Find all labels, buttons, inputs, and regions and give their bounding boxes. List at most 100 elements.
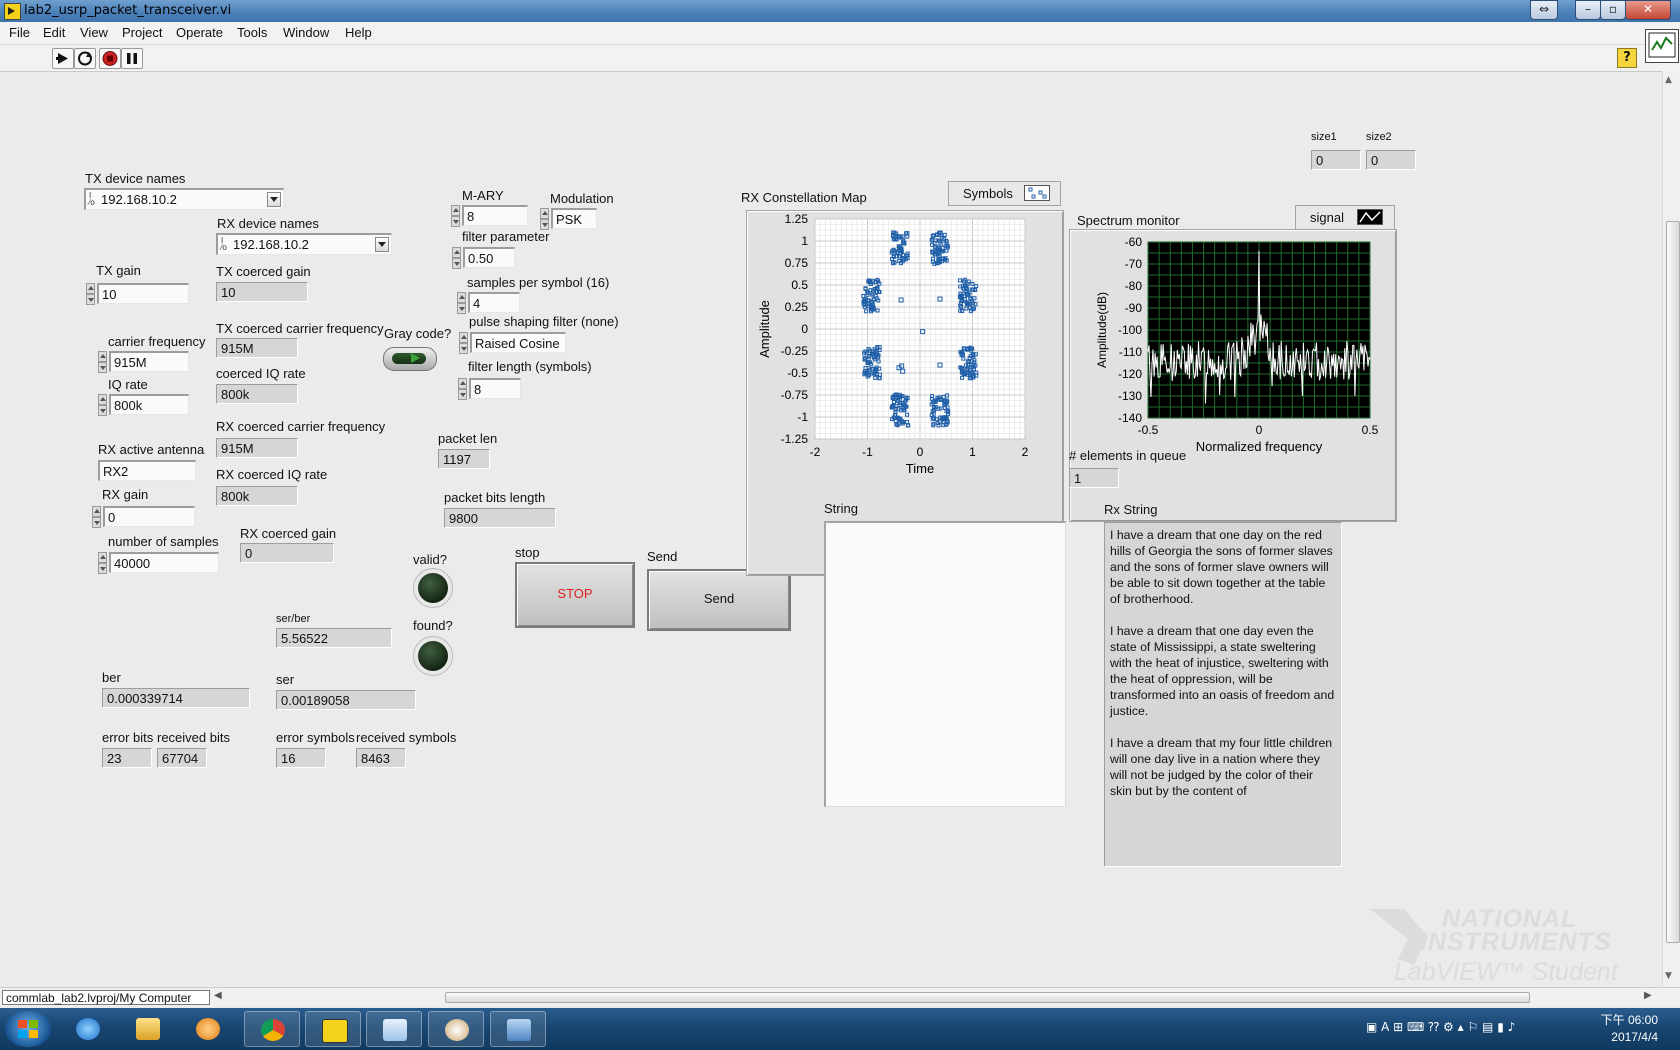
filter-parameter-increment[interactable]	[452, 247, 461, 269]
error-symbols-label: error symbols	[276, 730, 355, 745]
abort-execution-icon[interactable]	[99, 48, 121, 69]
samples-per-symbol-input[interactable]: 4	[468, 292, 520, 313]
clock-time: 下午 06:00	[1600, 1013, 1658, 1027]
minimize-button[interactable]: –	[1575, 0, 1601, 20]
ser-label: ser	[276, 672, 295, 687]
spectrum-plot-legend[interactable]: signal	[1295, 205, 1395, 230]
filter-parameter-input[interactable]: 0.50	[463, 247, 515, 268]
menu-tools[interactable]: Tools	[237, 25, 267, 40]
iq-rate-input[interactable]: 800k	[109, 394, 189, 415]
explorer-taskbar-icon[interactable]	[120, 1011, 176, 1047]
send-button[interactable]: Send	[647, 569, 791, 631]
tx-device-names-dropdown[interactable]: I ⁄o 192.168.10.2	[84, 188, 284, 210]
ser-ber-label: ser/ber	[276, 613, 311, 625]
menu-file[interactable]: File	[9, 25, 30, 40]
stop-button[interactable]: STOP	[515, 562, 635, 628]
filter-length-input[interactable]: 8	[469, 378, 521, 399]
gray-code-toggle[interactable]	[383, 347, 437, 371]
spectrum-y-axis-label: Amplitude(dB)	[1095, 292, 1109, 368]
pause-icon[interactable]	[121, 48, 143, 69]
constellation-y-tick-label: -0.5	[787, 366, 808, 380]
scroll-right-arrow-icon[interactable]: ▶	[1644, 990, 1652, 1001]
clock[interactable]: 下午 06:00 2017/4/4	[1601, 1012, 1658, 1046]
chevron-down-icon[interactable]	[375, 237, 389, 252]
rx-device-names-label: RX device names	[217, 216, 319, 231]
menu-project[interactable]: Project	[122, 25, 162, 40]
vertical-scrollbar[interactable]: ▲ ▼	[1662, 71, 1680, 987]
modulation-ring-increment[interactable]	[540, 208, 549, 230]
carrier-frequency-input[interactable]: 915M	[109, 351, 189, 372]
rx-coerced-gain-indicator: 0	[240, 543, 334, 563]
menu-help[interactable]: Help	[345, 25, 372, 40]
stop-label: stop	[515, 545, 540, 560]
vertical-scroll-thumb[interactable]	[1666, 221, 1680, 943]
carrier-frequency-increment[interactable]	[98, 351, 107, 373]
paint-taskbar-icon[interactable]	[428, 1011, 484, 1047]
constellation-y-tick-label: 0.25	[785, 300, 809, 314]
string-input[interactable]	[824, 521, 1066, 807]
scroll-up-arrow-icon[interactable]: ▲	[1665, 75, 1672, 85]
m-ary-increment[interactable]	[451, 205, 460, 227]
pulse-shaping-filter-ring[interactable]: Raised Cosine	[470, 332, 566, 353]
number-of-samples-increment[interactable]	[98, 552, 107, 574]
rx-gain-increment[interactable]	[92, 506, 101, 528]
context-help-icon[interactable]: ?	[1617, 48, 1637, 68]
rx-coerced-gain-label: RX coerced gain	[240, 526, 337, 541]
menu-operate[interactable]: Operate	[176, 25, 223, 40]
ni-watermark: NATIONAL INSTRUMENTS LabVIEW™ Student Ed…	[1368, 907, 1648, 1010]
size1-indicator: 0	[1311, 150, 1361, 170]
pulse-shaping-filter-label: pulse shaping filter (none)	[469, 314, 619, 329]
samples-per-symbol-increment[interactable]	[457, 292, 466, 314]
notepad-taskbar-icon[interactable]	[366, 1011, 422, 1047]
constellation-x-axis-label: Time	[906, 461, 934, 476]
tx-gain-increment[interactable]	[86, 283, 95, 305]
rx-string-indicator: I have a dream that one day on the red h…	[1104, 522, 1342, 867]
close-button[interactable]: ✕	[1625, 0, 1671, 20]
iq-rate-increment[interactable]	[98, 394, 107, 416]
run-arrow-icon[interactable]	[52, 48, 74, 69]
menu-view[interactable]: View	[80, 25, 108, 40]
vi-connector-icon	[1645, 29, 1679, 63]
rx-coerced-iq-rate-indicator: 800k	[216, 486, 298, 506]
scroll-down-arrow-icon[interactable]: ▼	[1665, 971, 1672, 981]
spectrum-x-tick-label: 0	[1256, 423, 1263, 437]
horizontal-scroll-thumb[interactable]	[445, 992, 1530, 1003]
tx-gain-input[interactable]: 10	[97, 283, 189, 304]
coerced-iq-rate-indicator: 800k	[216, 384, 298, 404]
rx-active-antenna-input[interactable]: RX2	[98, 460, 196, 481]
rx-device-names-dropdown[interactable]: I ⁄o 192.168.10.2	[216, 233, 392, 255]
spectrum-x-tick-label: 0.5	[1362, 423, 1379, 437]
size2-label: size2	[1366, 131, 1392, 143]
start-button[interactable]	[5, 1011, 51, 1047]
media-player-taskbar-icon[interactable]	[180, 1011, 236, 1047]
size1-label: size1	[1311, 131, 1337, 143]
modulation-ring[interactable]: PSK	[551, 208, 597, 229]
number-of-samples-input[interactable]: 40000	[109, 552, 219, 573]
tray-icons[interactable]: ▣ A ⊞ ⌨ ⁇ ⚙ ▴ ⚐ ▤ ▮ ♪	[1366, 1020, 1515, 1034]
filter-length-increment[interactable]	[458, 378, 467, 400]
string-label: String	[824, 501, 858, 516]
found-label: found?	[413, 618, 453, 633]
taskbar: ▣ A ⊞ ⌨ ⁇ ⚙ ▴ ⚐ ▤ ▮ ♪ 下午 06:00 2017/4/4	[0, 1008, 1680, 1050]
chevron-down-icon[interactable]	[267, 192, 281, 207]
menu-window[interactable]: Window	[283, 25, 329, 40]
watermark-line2: INSTRUMENTS	[1420, 928, 1612, 956]
chrome-taskbar-icon[interactable]	[244, 1011, 300, 1047]
ie-taskbar-icon[interactable]	[60, 1011, 116, 1047]
pulse-shaping-filter-ring-increment[interactable]	[459, 332, 468, 354]
constellation-plot-legend[interactable]: Symbols	[948, 181, 1061, 206]
maximize-button[interactable]: ▫	[1600, 0, 1626, 20]
filter-parameter-label: filter parameter	[462, 229, 550, 244]
labview-taskbar-icon[interactable]	[305, 1011, 361, 1047]
scroll-left-arrow-icon[interactable]: ◀	[214, 990, 222, 1001]
rx-gain-input[interactable]: 0	[103, 506, 195, 527]
photo-viewer-taskbar-icon[interactable]	[490, 1011, 546, 1047]
tx-device-names-value: 192.168.10.2	[101, 192, 177, 207]
m-ary-input[interactable]: 8	[462, 205, 528, 226]
menu-edit[interactable]: Edit	[43, 25, 65, 40]
packet-bits-length-indicator: 9800	[444, 508, 556, 528]
run-continuously-icon[interactable]	[74, 48, 96, 69]
spectrum-y-tick-label: -140	[1118, 411, 1142, 425]
tx-device-names-label: TX device names	[85, 171, 186, 186]
restore-tile-button[interactable]: ⇔	[1530, 0, 1558, 20]
